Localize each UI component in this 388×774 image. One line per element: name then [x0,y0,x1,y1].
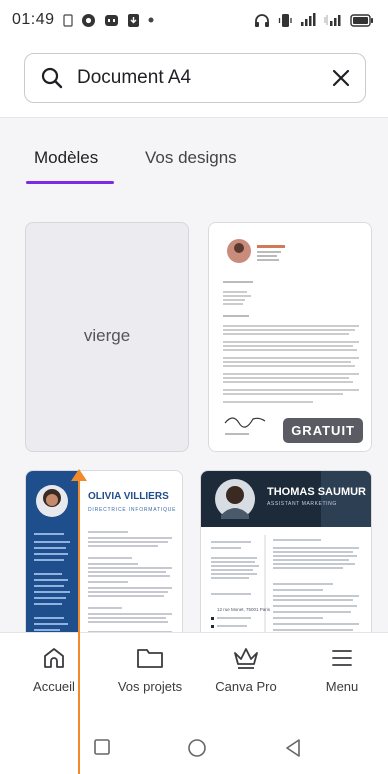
search-bar-area [0,40,388,118]
nav-accueil-label: Accueil [33,679,75,694]
arrow-up-icon [70,468,88,487]
back-icon[interactable] [284,738,302,763]
thomas-name: THOMAS SAUMUR [267,486,366,498]
nav-vos-projets-label: Vos projets [117,679,183,694]
headset-icon [254,13,270,28]
template-cover-letter[interactable]: GRATUIT [208,222,372,452]
search-box[interactable] [24,53,366,103]
folder-icon [102,643,198,673]
close-icon[interactable] [331,68,351,88]
search-icon[interactable] [41,67,63,89]
tab-bar: Modèles Vos designs [0,140,388,185]
bottom-navigation: Accueil Vos projets Canva Pro Menu [0,632,388,725]
free-badge: GRATUIT [283,418,363,443]
gesture-trail [78,478,80,774]
status-bar: 01:49 [0,0,388,40]
status-time: 01:49 [12,11,55,28]
vibrate-icon [278,13,292,28]
battery-icon [350,13,374,27]
gamepad-icon [104,13,119,28]
crown-icon [198,643,294,673]
nav-menu-label: Menu [325,679,359,694]
active-tab-indicator [26,181,114,184]
home-circle-icon[interactable] [187,738,207,763]
signal-icon [300,13,316,27]
hamburger-icon [294,643,388,673]
chrome-icon [81,13,96,28]
olivia-name: OLIVIA VILLIERS [88,491,169,502]
template-blank[interactable]: vierge [25,222,189,452]
thomas-subtitle: ASSISTANT MARKETING [267,501,337,507]
status-right [254,13,374,28]
sim-icon [62,13,73,27]
android-navigation-bar [0,724,388,774]
wifi-signal-icon [324,13,342,27]
blank-label: vierge [83,326,131,345]
thomas-address: 12 rue Monet, 75001 Paris [217,607,271,612]
olivia-subtitle: DIRECTRICE INFORMATIQUE [88,507,176,513]
search-input[interactable] [75,66,331,90]
tab-vos-designs[interactable]: Vos designs [145,148,237,168]
nav-menu[interactable]: Menu [294,643,388,694]
nav-canva-pro[interactable]: Canva Pro [198,643,294,694]
dot-icon [148,17,154,23]
nav-accueil[interactable]: Accueil [6,643,102,694]
nav-vos-projets[interactable]: Vos projets [102,643,198,694]
home-icon [6,643,102,673]
recents-icon[interactable] [93,738,111,761]
status-left: 01:49 [12,11,154,29]
tab-modeles[interactable]: Modèles [34,148,98,168]
download-icon [127,13,140,28]
nav-canva-pro-label: Canva Pro [215,679,277,694]
